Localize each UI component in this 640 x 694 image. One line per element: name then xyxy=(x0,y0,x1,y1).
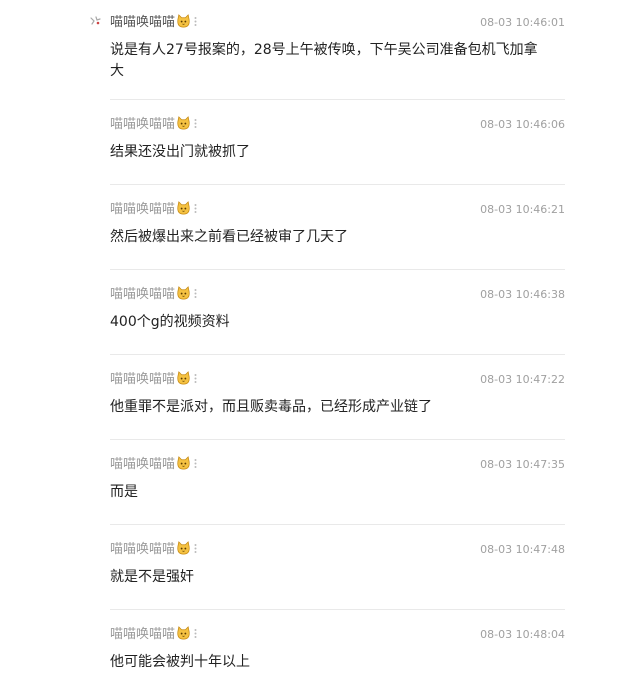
username-label: 喵喵唤喵喵 xyxy=(110,117,176,132)
username-label: 喵喵唤喵喵 xyxy=(110,542,176,557)
timestamp: 08-03 10:47:35 xyxy=(480,458,565,471)
username[interactable]: 喵喵唤喵喵 xyxy=(110,116,197,134)
username[interactable]: 喵喵唤喵喵 xyxy=(110,14,197,32)
username[interactable]: 喵喵唤喵喵 xyxy=(110,286,197,304)
message-header: 喵喵唤喵喵 08-03 10:46:01 xyxy=(110,14,565,34)
timestamp: 08-03 10:48:04 xyxy=(480,628,565,641)
message-header: 喵喵唤喵喵 08-03 10:46:38 xyxy=(110,286,565,306)
username-label: 喵喵唤喵喵 xyxy=(110,202,176,217)
username-label: 喵喵唤喵喵 xyxy=(110,287,176,302)
divider xyxy=(110,354,565,355)
message-header: 喵喵唤喵喵 08-03 10:47:22 xyxy=(110,371,565,391)
cat-emoji-icon xyxy=(177,14,190,28)
username[interactable]: 喵喵唤喵喵 xyxy=(110,541,197,559)
more-dots-icon[interactable] xyxy=(194,16,197,27)
username-label: 喵喵唤喵喵 xyxy=(110,15,176,30)
message-text: 就是不是强奸 xyxy=(110,569,194,585)
more-dots-icon[interactable] xyxy=(194,543,197,554)
message-header: 喵喵唤喵喵 08-03 10:46:06 xyxy=(110,116,565,136)
cat-emoji-icon xyxy=(177,286,190,300)
timestamp: 08-03 10:46:21 xyxy=(480,203,565,216)
divider xyxy=(110,99,565,100)
timestamp: 08-03 10:46:01 xyxy=(480,16,565,29)
message-text: 而是 xyxy=(110,484,138,500)
message-header: 喵喵唤喵喵 08-03 10:47:35 xyxy=(110,456,565,476)
username[interactable]: 喵喵唤喵喵 xyxy=(110,201,197,219)
message-item: 喵喵唤喵喵 08-03 10:47:35 而是 xyxy=(110,456,565,503)
username[interactable]: 喵喵唤喵喵 xyxy=(110,371,197,389)
username-label: 喵喵唤喵喵 xyxy=(110,627,176,642)
divider xyxy=(110,609,565,610)
more-dots-icon[interactable] xyxy=(194,458,197,469)
message-text: 然后被爆出来之前看已经被审了几天了 xyxy=(110,229,348,245)
avatar-icon[interactable] xyxy=(88,14,102,28)
cat-emoji-icon xyxy=(177,116,190,130)
divider xyxy=(110,524,565,525)
timestamp: 08-03 10:46:06 xyxy=(480,118,565,131)
message-item: 喵喵唤喵喵 08-03 10:47:48 就是不是强奸 xyxy=(110,541,565,588)
message-text: 他可能会被判十年以上 xyxy=(110,654,250,670)
cat-emoji-icon xyxy=(177,626,190,640)
cat-emoji-icon xyxy=(177,201,190,215)
username-label: 喵喵唤喵喵 xyxy=(110,457,176,472)
message-item: 喵喵唤喵喵 08-03 10:46:06 结果还没出门就被抓了 xyxy=(110,116,565,163)
more-dots-icon[interactable] xyxy=(194,373,197,384)
divider xyxy=(110,269,565,270)
message-text: 结果还没出门就被抓了 xyxy=(110,144,250,160)
timestamp: 08-03 10:46:38 xyxy=(480,288,565,301)
cat-emoji-icon xyxy=(177,371,190,385)
timestamp: 08-03 10:47:48 xyxy=(480,543,565,556)
message-text: 400个g的视频资料 xyxy=(110,314,230,330)
more-dots-icon[interactable] xyxy=(194,118,197,129)
more-dots-icon[interactable] xyxy=(194,203,197,214)
message-feed: 喵喵唤喵喵 08-03 10:46:01 说是有人27号报案的，28号上午被传唤… xyxy=(0,0,640,694)
message-header: 喵喵唤喵喵 08-03 10:46:21 xyxy=(110,201,565,221)
message-item: 喵喵唤喵喵 08-03 10:46:01 说是有人27号报案的，28号上午被传唤… xyxy=(110,14,565,82)
message-item: 喵喵唤喵喵 08-03 10:46:21 然后被爆出来之前看已经被审了几天了 xyxy=(110,201,565,248)
more-dots-icon[interactable] xyxy=(194,288,197,299)
message-header: 喵喵唤喵喵 08-03 10:48:04 xyxy=(110,626,565,646)
divider xyxy=(110,184,565,185)
message-text: 说是有人27号报案的，28号上午被传唤，下午吴公司准备包机飞加拿大 xyxy=(110,42,538,79)
message-item: 喵喵唤喵喵 08-03 10:47:22 他重罪不是派对，而且贩卖毒品，已经形成… xyxy=(110,371,565,418)
username[interactable]: 喵喵唤喵喵 xyxy=(110,456,197,474)
username[interactable]: 喵喵唤喵喵 xyxy=(110,626,197,644)
divider xyxy=(110,439,565,440)
more-dots-icon[interactable] xyxy=(194,628,197,639)
username-label: 喵喵唤喵喵 xyxy=(110,372,176,387)
message-header: 喵喵唤喵喵 08-03 10:47:48 xyxy=(110,541,565,561)
message-text: 他重罪不是派对，而且贩卖毒品，已经形成产业链了 xyxy=(110,399,432,415)
message-item: 喵喵唤喵喵 08-03 10:48:04 他可能会被判十年以上 xyxy=(110,626,565,673)
cat-emoji-icon xyxy=(177,456,190,470)
cat-emoji-icon xyxy=(177,541,190,555)
message-item: 喵喵唤喵喵 08-03 10:46:38 400个g的视频资料 xyxy=(110,286,565,333)
timestamp: 08-03 10:47:22 xyxy=(480,373,565,386)
